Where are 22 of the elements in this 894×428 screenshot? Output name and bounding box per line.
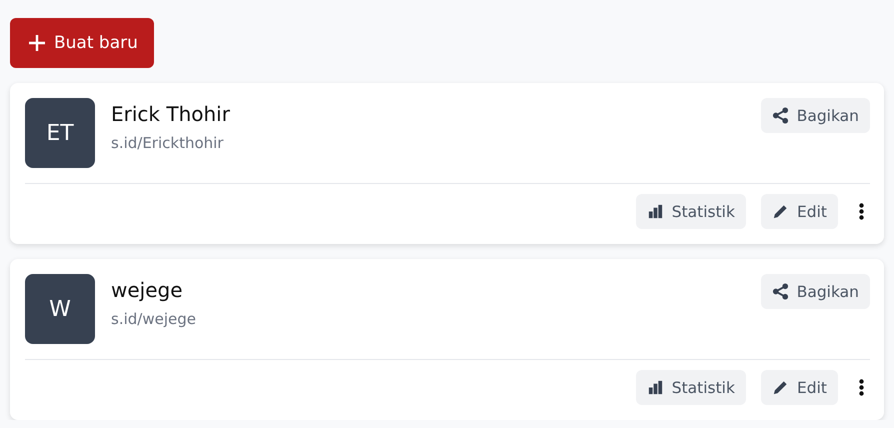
avatar: ET	[25, 98, 95, 168]
create-button[interactable]: Buat baru	[10, 18, 154, 68]
bar-chart-icon	[646, 203, 664, 220]
more-icon	[859, 379, 864, 396]
edit-button[interactable]: Edit	[760, 194, 838, 229]
share-button[interactable]: Bagikan	[760, 98, 870, 133]
short-url: s.id/wejege	[111, 310, 197, 328]
bar-chart-icon	[646, 379, 664, 396]
short-url: s.id/Erickthohir	[111, 134, 224, 152]
link-title: wejege	[111, 278, 184, 302]
share-button[interactable]: Bagikan	[760, 274, 870, 309]
pencil-icon	[772, 203, 789, 220]
pencil-icon	[772, 379, 789, 396]
share-icon	[772, 283, 789, 300]
statistics-button[interactable]: Statistik	[636, 370, 746, 405]
plus-icon	[28, 34, 46, 52]
avatar: W	[25, 274, 95, 344]
more-icon	[859, 203, 864, 220]
share-icon	[772, 107, 789, 124]
statistics-button[interactable]: Statistik	[636, 194, 746, 229]
edit-button[interactable]: Edit	[760, 370, 838, 405]
link-title: Erick Thohir	[111, 102, 231, 126]
